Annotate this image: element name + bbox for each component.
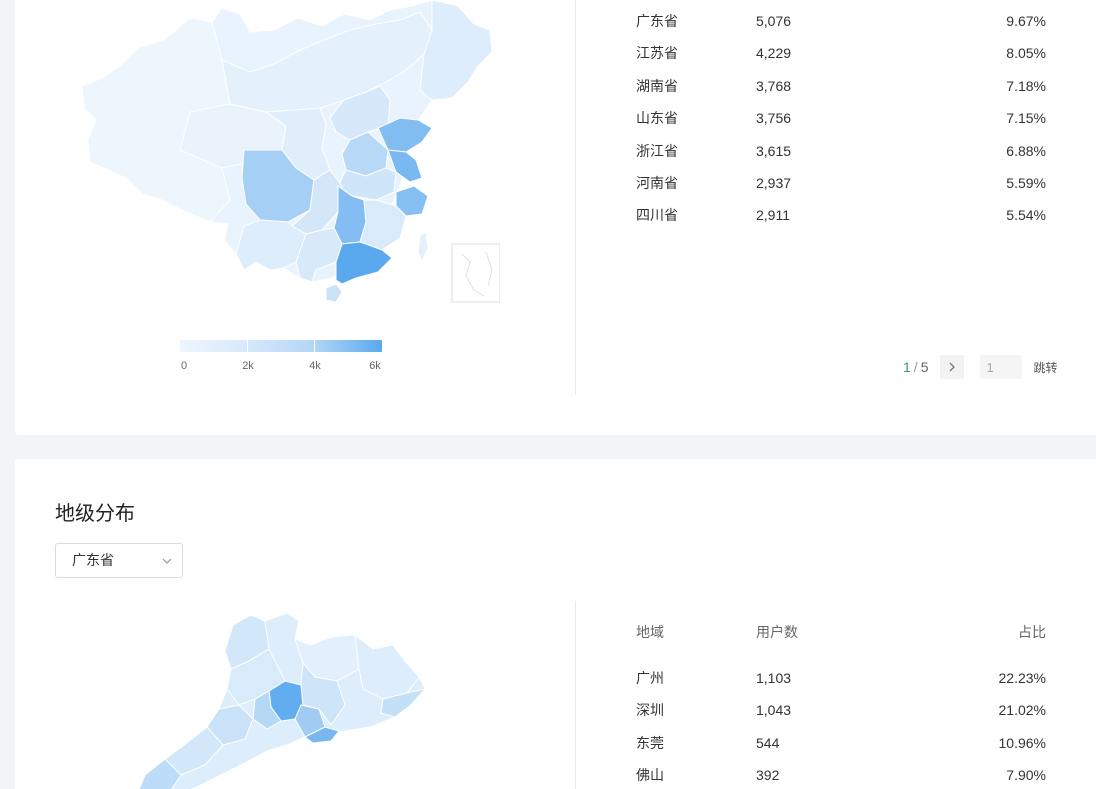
cell-ratio: 8.05%	[1006, 45, 1046, 62]
pagination-current: 1	[903, 359, 911, 375]
header-users: 用户数	[756, 624, 798, 640]
pagination: 1 / 5 跳转	[903, 355, 1058, 379]
cell-users: 3,615	[756, 142, 792, 159]
table-row[interactable]: 浙江省 3,615 6.88%	[636, 141, 1046, 173]
cell-region: 广东省	[636, 13, 678, 29]
header-ratio: 占比	[1018, 624, 1046, 640]
header-region: 地域	[636, 624, 664, 640]
table-row[interactable]: 江苏省 4,229 8.05%	[636, 43, 1046, 75]
page-jump-input[interactable]	[980, 355, 1023, 379]
page-jump-button[interactable]: 跳转	[1033, 359, 1057, 376]
cell-users: 2,911	[756, 207, 790, 224]
cell-users: 544	[756, 734, 780, 751]
chevron-down-icon	[162, 558, 172, 564]
cell-ratio: 7.90%	[1006, 767, 1046, 784]
cell-region: 广州	[636, 670, 664, 686]
cell-ratio: 7.18%	[1006, 77, 1046, 94]
cell-region: 河南省	[636, 174, 678, 191]
china-map[interactable]	[60, 0, 500, 310]
cell-users: 1,043	[756, 702, 792, 719]
chevron-right-icon	[950, 362, 956, 372]
legend-tick: 4k	[309, 360, 321, 372]
table-row[interactable]: 东莞 544 10.96%	[636, 733, 1046, 765]
pagination-separator: /	[913, 359, 918, 375]
table-row[interactable]: 河南省 2,937 5.59%	[636, 173, 1046, 205]
cell-users: 3,768	[756, 77, 792, 94]
pagination-total: 5	[920, 359, 929, 375]
province-table: 广东省 5,076 9.67% 江苏省 4,229 8.05% 湖南省 3,76…	[636, 11, 1046, 238]
map-legend[interactable]: 0 2k 4k 6k	[180, 340, 382, 374]
table-row[interactable]: 山东省 3,756 7.15%	[636, 108, 1046, 140]
cell-region: 东莞	[636, 734, 664, 751]
legend-tick: 6k	[369, 360, 381, 372]
panel-divider	[575, 0, 576, 395]
city-table: 地域 用户数 占比 广州 1,103 22.23% 深圳 1,043 21.02…	[636, 622, 1046, 789]
cell-ratio: 5.54%	[1006, 207, 1046, 224]
table-row[interactable]: 广东省 5,076 9.67%	[636, 11, 1046, 43]
table-row[interactable]: 深圳 1,043 21.02%	[636, 700, 1046, 732]
table-row[interactable]: 广州 1,103 22.23%	[636, 668, 1046, 700]
legend-ticks: 0 2k 4k 6k	[180, 360, 382, 374]
cell-ratio: 22.23%	[998, 670, 1046, 686]
south-china-sea-inset	[451, 243, 500, 303]
cell-region: 江苏省	[636, 45, 678, 62]
cell-region: 佛山	[636, 767, 664, 784]
cell-users: 2,937	[756, 174, 792, 191]
cell-region: 四川省	[636, 207, 678, 224]
table-row[interactable]: 佛山 392 7.90%	[636, 765, 1046, 789]
table-row[interactable]: 湖南省 3,768 7.18%	[636, 76, 1046, 108]
province-select-value: 广东省	[72, 552, 114, 568]
cell-ratio: 21.02%	[998, 702, 1046, 719]
cell-users: 1,103	[756, 670, 792, 686]
cell-region: 浙江省	[636, 142, 678, 159]
province-distribution-card: 0 2k 4k 6k 广东省 5,076 9.67% 江苏省 4,229 8.0…	[15, 0, 1096, 435]
guangdong-map[interactable]	[135, 609, 435, 789]
cell-ratio: 7.15%	[1006, 110, 1046, 127]
next-page-button[interactable]	[940, 355, 965, 379]
section-title: 地级分布	[55, 503, 135, 525]
cell-region: 湖南省	[636, 77, 678, 94]
province-select[interactable]: 广东省	[55, 543, 183, 578]
cell-ratio: 9.67%	[1006, 13, 1046, 29]
legend-tick: 0	[180, 360, 188, 372]
cell-users: 5,076	[756, 13, 792, 29]
panel-divider	[575, 601, 576, 789]
cell-region: 山东省	[636, 110, 678, 127]
cell-region: 深圳	[636, 702, 664, 719]
cell-users: 4,229	[756, 45, 792, 62]
cell-ratio: 10.96%	[998, 734, 1046, 751]
legend-gradient-bar[interactable]	[180, 340, 382, 352]
legend-tick: 2k	[242, 360, 254, 372]
table-header: 地域 用户数 占比	[636, 622, 1046, 668]
cell-users: 392	[756, 767, 780, 784]
cell-ratio: 5.59%	[1006, 174, 1046, 191]
table-row[interactable]: 四川省 2,911 5.54%	[636, 205, 1046, 237]
city-distribution-card: 地级分布 广东省 地域 用户数 占比 广州 1,103 22.23% 深圳 1,…	[15, 459, 1096, 789]
cell-users: 3,756	[756, 110, 792, 127]
cell-ratio: 6.88%	[1006, 142, 1046, 159]
